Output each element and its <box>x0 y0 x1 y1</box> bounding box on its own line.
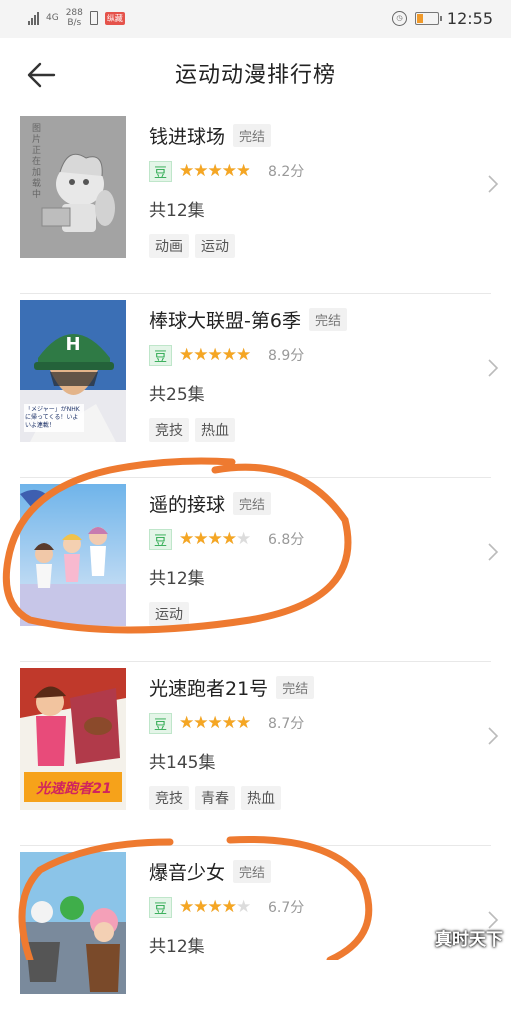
rating-row: 豆 ★★★★★★★★★★ 6.8分 <box>149 528 461 550</box>
anime-title: 钱进球场 <box>149 125 226 148</box>
tag: 运动 <box>149 602 189 626</box>
anime-title: 遥的接球 <box>149 493 226 516</box>
cover-image: 图片正在加载中 <box>20 116 126 258</box>
list-item[interactable]: H 「メジャー」がNHKに帰ってくる！いよいよ連載！ 棒球大联盟-第6季 完结 … <box>20 294 499 478</box>
item-info: 爆音少女 完结 豆 ★★★★★★★★★★ 6.7分 共12集 <box>149 856 461 957</box>
status-time: 12:55 <box>446 9 493 28</box>
tag: 青春 <box>195 786 235 810</box>
header: 运动动漫排行榜 <box>0 38 511 110</box>
star-rating: ★★★★★★★★★★ <box>179 529 251 549</box>
page-title: 运动动漫排行榜 <box>174 63 336 88</box>
status-badge: 完结 <box>276 675 315 699</box>
status-badge: 完结 <box>233 859 272 883</box>
episode-count: 共12集 <box>149 201 205 221</box>
star-rating: ★★★★★★★★★★ <box>179 161 251 181</box>
episode-count: 共25集 <box>149 385 205 405</box>
douban-badge: 豆 <box>149 712 173 734</box>
status-badge: 完结 <box>308 307 347 331</box>
list-item[interactable]: 图片正在加载中 钱进球场 完结 豆 ★★★★★ ★★★★★ 8.2分 共12集 动… <box>20 110 499 294</box>
speed-unit: B/s <box>67 18 82 28</box>
tag: 运动 <box>195 234 235 258</box>
score: 8.2分 <box>268 164 305 180</box>
tag-list: 竞技 热血 <box>149 418 461 442</box>
list-item[interactable]: 爆音少女 完结 豆 ★★★★★★★★★★ 6.7分 共12集 <box>20 846 499 1029</box>
alarm-icon: ◷ <box>391 11 407 26</box>
anime-title: 爆音少女 <box>149 861 226 884</box>
tag-list: 运动 <box>149 602 461 626</box>
cover-image <box>20 484 126 626</box>
anime-title: 棒球大联盟-第6季 <box>149 309 301 332</box>
item-info: 光速跑者21号 完结 豆 ★★★★★ ★★★★★ 8.7分 共145集 竞技 青春… <box>149 672 461 810</box>
tag-list: 竞技 青春 热血 <box>149 786 461 810</box>
signal-icon <box>28 11 39 25</box>
cover-text: 光速跑者21 <box>36 781 112 797</box>
status-right: ◷ 12:55 <box>391 9 493 28</box>
star-rating: ★★★★★★★★★★ <box>179 345 251 365</box>
cover-image: H 「メジャー」がNHKに帰ってくる！いよいよ連載！ <box>20 300 126 442</box>
network-speed: 288 B/s <box>66 8 83 28</box>
title-row: 光速跑者21号 完结 <box>149 672 461 702</box>
chevron-right-icon <box>488 543 499 561</box>
anime-title: 光速跑者21号 <box>149 677 269 700</box>
battery-icon <box>414 12 442 25</box>
cover-text: 「メジャー」がNHKに帰ってくる！いよいよ連載！ <box>25 406 80 429</box>
battery-saver-icon <box>89 11 98 25</box>
notification-badge: 纵藏 <box>104 11 125 25</box>
cover-text: 图片正在加载中 <box>32 124 42 200</box>
tag: 竞技 <box>149 418 189 442</box>
score: 8.9分 <box>268 348 305 364</box>
chevron-right-icon <box>488 175 499 193</box>
tag: 热血 <box>241 786 281 810</box>
episode-count: 共145集 <box>149 753 216 773</box>
status-left: 4G 288 B/s 纵藏 <box>28 8 125 28</box>
status-badge: 完结 <box>233 491 272 515</box>
star-rating: ★★★★★★★★★★ <box>179 897 251 917</box>
cover-image <box>20 852 126 994</box>
title-row: 棒球大联盟-第6季 完结 <box>149 304 461 334</box>
title-row: 钱进球场 完结 <box>149 120 461 150</box>
beach-girls-cover-icon <box>20 484 126 626</box>
chevron-right-icon <box>488 359 499 377</box>
cover-image: 光速跑者21 <box>20 668 126 810</box>
tag: 竞技 <box>149 786 189 810</box>
episode-count: 共12集 <box>149 569 205 589</box>
star-rating: ★★★★★★★★★★ <box>179 713 251 733</box>
chevron-right-icon <box>488 727 499 745</box>
tag-list: 动画 运动 <box>149 234 461 258</box>
network-label: 4G <box>46 13 59 23</box>
rating-row: 豆 ★★★★★ ★★★★★ 8.9分 <box>149 344 461 366</box>
episode-count: 共12集 <box>149 937 205 957</box>
watermark: 真时天下 <box>435 930 503 950</box>
douban-badge: 豆 <box>149 528 173 550</box>
score: 8.7分 <box>268 716 305 732</box>
title-row: 爆音少女 完结 <box>149 856 461 886</box>
score: 6.7分 <box>268 900 305 916</box>
status-badge: 完结 <box>233 123 272 147</box>
douban-badge: 豆 <box>149 344 173 366</box>
ranking-list: 图片正在加载中 钱进球场 完结 豆 ★★★★★ ★★★★★ 8.2分 共12集 动… <box>0 110 511 1029</box>
status-bar: 4G 288 B/s 纵藏 ◷ 12:55 <box>0 0 511 38</box>
list-item[interactable]: 光速跑者21 光速跑者21号 完结 豆 ★★★★★ ★★★★★ 8.7分 共145… <box>20 662 499 846</box>
motorcycle-girls-cover-icon <box>20 852 126 994</box>
svg-text:H: H <box>65 334 80 355</box>
speed-value: 288 <box>65 8 83 18</box>
list-item[interactable]: 遥的接球 完结 豆 ★★★★★★★★★★ 6.8分 共12集 运动 <box>20 478 499 662</box>
item-info: 遥的接球 完结 豆 ★★★★★★★★★★ 6.8分 共12集 运动 <box>149 488 461 626</box>
tag: 热血 <box>195 418 235 442</box>
douban-badge: 豆 <box>149 896 173 918</box>
rating-row: 豆 ★★★★★ ★★★★★ 8.7分 <box>149 712 461 734</box>
rating-row: 豆 ★★★★★ ★★★★★ 8.2分 <box>149 160 461 182</box>
rating-row: 豆 ★★★★★★★★★★ 6.7分 <box>149 896 461 918</box>
score: 6.8分 <box>268 532 305 548</box>
title-row: 遥的接球 完结 <box>149 488 461 518</box>
tag: 动画 <box>149 234 189 258</box>
item-info: 钱进球场 完结 豆 ★★★★★ ★★★★★ 8.2分 共12集 动画 运动 <box>149 120 461 258</box>
douban-badge: 豆 <box>149 160 173 182</box>
item-info: 棒球大联盟-第6季 完结 豆 ★★★★★ ★★★★★ 8.9分 共25集 竞技 热… <box>149 304 461 442</box>
